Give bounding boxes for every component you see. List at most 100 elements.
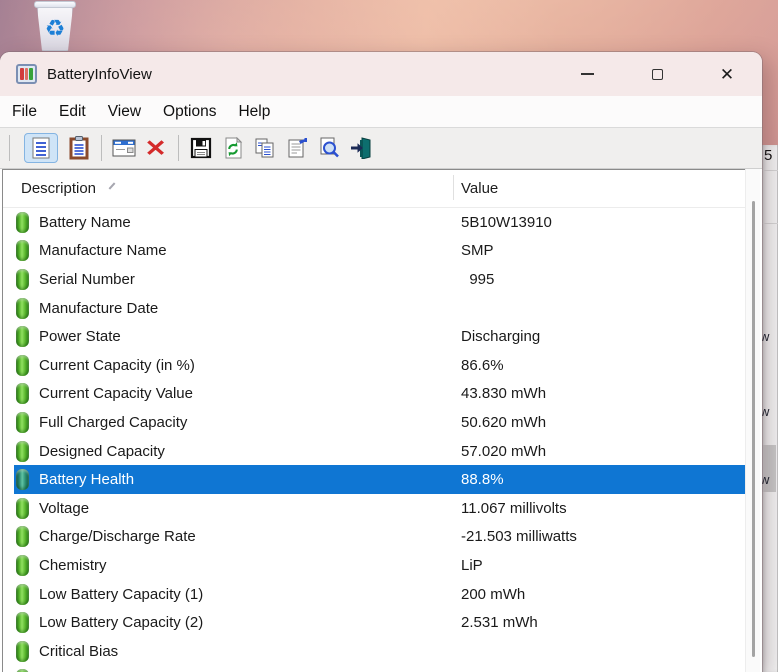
report-view-button[interactable] (24, 133, 58, 163)
recycle-bin-icon[interactable]: ♻ (26, 1, 84, 55)
recycle-symbol-icon: ♻ (44, 14, 66, 41)
table-row[interactable]: Voltage 11.067 millivolts (3, 494, 747, 523)
window-controls: ✕ (552, 52, 762, 96)
battery-icon (16, 211, 29, 233)
table-row[interactable]: Number of charge/discharge cycles 110 (3, 666, 747, 672)
save-icon (190, 137, 212, 159)
background-window-strip: 5 w w w (762, 145, 778, 672)
row-label: Manufacture Name (39, 242, 167, 260)
background-window-fragment: w (762, 404, 770, 419)
sort-ascending-icon (108, 181, 116, 190)
battery-icon (16, 469, 29, 491)
table-row[interactable]: Low Battery Capacity (1) 200 mWh (3, 580, 747, 609)
row-value: Discharging (461, 328, 541, 346)
toolbar-separator (9, 135, 10, 161)
table-row[interactable]: Battery Name 5B10W13910 (3, 208, 747, 237)
list-header: Description Value (3, 170, 760, 208)
exit-button[interactable] (346, 134, 376, 162)
row-label: Critical Bias (39, 642, 119, 660)
row-label: Battery Name (39, 213, 131, 231)
maximize-button[interactable] (622, 52, 692, 96)
row-label: Low Battery Capacity (1) (39, 585, 204, 603)
vertical-scrollbar[interactable] (745, 169, 760, 672)
properties-icon (288, 138, 307, 158)
battery-icon (16, 297, 29, 319)
refresh-icon (225, 137, 243, 159)
row-label: Voltage (39, 499, 90, 517)
table-row[interactable]: Full Charged Capacity 50.620 mWh (3, 408, 747, 437)
window-title: BatteryInfoView (47, 65, 152, 83)
background-window-divider (762, 170, 778, 171)
row-label: Current Capacity (in %) (39, 356, 195, 374)
battery-icon (16, 383, 29, 405)
menu-edit[interactable]: Edit (48, 103, 97, 121)
column-header-value[interactable]: Value (461, 180, 498, 197)
table-row[interactable]: Designed Capacity 57.020 mWh (3, 437, 747, 466)
toolbar-separator (178, 135, 179, 161)
table-row[interactable]: Chemistry LiP (3, 551, 747, 580)
column-divider[interactable] (453, 175, 454, 200)
report-view-icon (32, 137, 50, 159)
close-button[interactable]: ✕ (692, 52, 762, 96)
find-icon (320, 137, 339, 158)
battery-icon (16, 268, 29, 290)
battery-icon (16, 354, 29, 376)
row-value: 88.8% (461, 471, 504, 489)
row-value: 2.531 mWh (461, 614, 538, 632)
row-value: 43.830 mWh (461, 385, 547, 403)
app-icon (16, 64, 37, 84)
menu-options[interactable]: Options (152, 103, 227, 121)
menu-help[interactable]: Help (227, 103, 281, 121)
close-icon: ✕ (719, 64, 735, 84)
table-row[interactable]: Battery Health 88.8% (3, 465, 747, 494)
delete-icon: ✕ (144, 134, 168, 161)
delete-button[interactable]: ✕ (141, 134, 171, 162)
toolbar-separator (101, 135, 102, 161)
table-row[interactable]: Charge/Discharge Rate -21.503 milliwatts (3, 523, 747, 552)
table-row[interactable]: Power State Discharging (3, 322, 747, 351)
table-row[interactable]: Low Battery Capacity (2) 2.531 mWh (3, 608, 747, 637)
menu-view[interactable]: View (97, 103, 152, 121)
column-header-description[interactable]: Description (3, 180, 433, 197)
advanced-options-icon (112, 139, 136, 157)
table-row[interactable]: Current Capacity (in %) 86.6% (3, 351, 747, 380)
row-value: 5B10W13910 (461, 213, 552, 231)
battery-icon (16, 526, 29, 548)
copy-icon (255, 138, 274, 158)
row-label: Battery Health (39, 471, 135, 489)
row-label: Current Capacity Value (39, 385, 193, 403)
battery-icon (16, 440, 29, 462)
minimize-button[interactable] (552, 52, 622, 96)
background-window-fragment: w (762, 329, 770, 344)
refresh-button[interactable] (218, 134, 248, 162)
clipboard-button[interactable] (64, 134, 94, 162)
recycle-bin-body: ♻ (37, 7, 73, 51)
row-label: Chemistry (39, 556, 107, 574)
battery-icon (16, 240, 29, 262)
scrollbar-thumb[interactable] (752, 201, 755, 657)
table-row[interactable]: Manufacture Date (3, 294, 747, 323)
row-label: Designed Capacity (39, 442, 165, 460)
advanced-options-button[interactable] (109, 134, 139, 162)
properties-button[interactable] (282, 134, 312, 162)
titlebar[interactable]: BatteryInfoView ✕ (0, 52, 762, 96)
menu-file[interactable]: File (1, 103, 48, 121)
battery-icon (16, 497, 29, 519)
table-row[interactable]: Serial Number 995 (3, 265, 747, 294)
copy-button[interactable] (250, 134, 280, 162)
table-row[interactable]: Manufacture Name SMP (3, 237, 747, 266)
column-header-value-label: Value (461, 180, 499, 197)
minimize-icon (580, 73, 594, 75)
exit-icon (351, 137, 371, 159)
table-row[interactable]: Critical Bias (3, 637, 747, 666)
battery-icon (16, 326, 29, 348)
table-row[interactable]: Current Capacity Value 43.830 mWh (3, 380, 747, 409)
list-body: Battery Name 5B10W13910 Manufacture Name… (3, 208, 760, 672)
find-button[interactable] (314, 134, 344, 162)
column-header-description-label: Description (21, 180, 97, 197)
row-label: Charge/Discharge Rate (39, 528, 196, 546)
row-label: Serial Number (39, 270, 135, 288)
menubar: File Edit View Options Help (0, 96, 762, 127)
save-button[interactable] (186, 134, 216, 162)
row-value: LiP (461, 556, 483, 574)
